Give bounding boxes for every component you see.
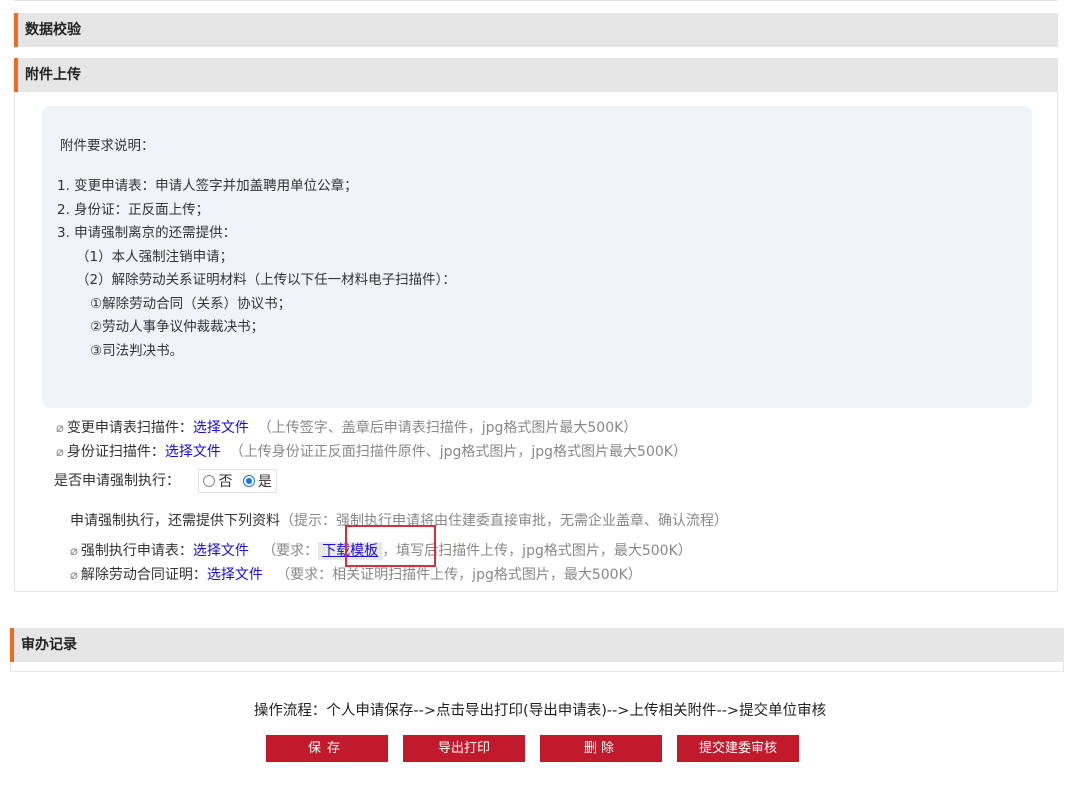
section-header-attachment-upload[interactable]: 附件上传 bbox=[14, 58, 1058, 92]
submit-review-button[interactable]: 提交建委审核 bbox=[677, 735, 799, 762]
upload-label: 强制执行申请表： bbox=[80, 543, 193, 559]
save-button[interactable]: 保存 bbox=[266, 735, 388, 762]
requirement-line: （2）解除劳动关系证明材料（上传以下任一材料电子扫描件）： bbox=[76, 272, 456, 288]
upload-row-change-form: ⌀ 变更申请表扫描件：选择文件 （上传签字、盖章后申请表扫描件，jpg格式图片最大… bbox=[56, 417, 637, 437]
choose-file-link-change-form[interactable]: 选择文件 bbox=[193, 420, 249, 436]
requirement-line: （1）本人强制注销申请； bbox=[76, 249, 234, 265]
upload-hint-pre: （要求： bbox=[262, 543, 319, 559]
review-record-panel bbox=[10, 662, 1064, 672]
requirement-line: ②劳动人事争议仲裁裁决书； bbox=[90, 319, 265, 335]
upload-label: 变更申请表扫描件： bbox=[66, 420, 193, 436]
force-execution-question-row: 是否申请强制执行： 否 是 bbox=[54, 469, 277, 493]
process-flow-text: 操作流程：个人申请保存-->点击导出打印(导出申请表)-->上传相关附件-->提… bbox=[253, 703, 827, 719]
force-question-label: 是否申请强制执行： bbox=[54, 473, 180, 489]
upload-hint: （上传身份证正反面扫描件原件、jpg格式图片，jpg格式图片最大500K） bbox=[229, 444, 687, 460]
upload-row-id-card: ⌀ 身份证扫描件：选择文件 （上传身份证正反面扫描件原件、jpg格式图片，jpg格… bbox=[56, 441, 687, 461]
upload-hint: （要求：相关证明扫描件上传，jpg格式图片，最大500K） bbox=[276, 567, 642, 583]
paperclip-icon: ⌀ bbox=[70, 568, 78, 583]
top-divider bbox=[14, 0, 1058, 1]
choose-file-link-id-card[interactable]: 选择文件 bbox=[165, 444, 221, 460]
section-header-data-check[interactable]: 数据校验 bbox=[14, 13, 1058, 47]
radio-no-label[interactable]: 否 bbox=[218, 474, 232, 490]
requirements-title: 附件要求说明： bbox=[60, 138, 155, 154]
requirement-line: 3. 申请强制离京的还需提供： bbox=[57, 225, 237, 241]
requirement-line: ③司法判决书。 bbox=[90, 343, 184, 359]
upload-hint: （上传签字、盖章后申请表扫描件，jpg格式图片最大500K） bbox=[257, 420, 638, 436]
requirement-line: 1. 变更申请表：申请人签字并加盖聘用单位公章； bbox=[57, 178, 358, 194]
upload-row-termination-proof: ⌀ 解除劳动合同证明：选择文件 （要求：相关证明扫描件上传，jpg格式图片，最大5… bbox=[70, 564, 642, 584]
requirement-line: 2. 身份证：正反面上传； bbox=[57, 202, 210, 218]
requirement-line: ①解除劳动合同（关系）协议书； bbox=[90, 296, 292, 312]
force-note-main: 申请强制执行，还需提供下列资料 bbox=[70, 513, 280, 529]
force-radio-group: 否 是 bbox=[198, 469, 277, 493]
radio-selected-icon[interactable] bbox=[242, 475, 255, 487]
paperclip-icon: ⌀ bbox=[56, 445, 64, 460]
radio-option-no[interactable]: 否 bbox=[203, 474, 232, 490]
delete-button[interactable]: 删除 bbox=[540, 735, 662, 762]
radio-circle-icon[interactable] bbox=[203, 475, 216, 487]
paperclip-icon: ⌀ bbox=[70, 544, 78, 559]
download-template-highlight bbox=[345, 525, 436, 567]
choose-file-link-termination-proof[interactable]: 选择文件 bbox=[207, 567, 263, 583]
paperclip-icon: ⌀ bbox=[56, 421, 64, 436]
export-print-button[interactable]: 导出打印 bbox=[403, 735, 525, 762]
upload-label: 解除劳动合同证明： bbox=[80, 567, 207, 583]
radio-yes-label[interactable]: 是 bbox=[258, 474, 272, 490]
choose-file-link-force-application[interactable]: 选择文件 bbox=[193, 543, 249, 559]
upload-label: 身份证扫描件： bbox=[66, 444, 165, 460]
section-header-review-record[interactable]: 审办记录 bbox=[10, 628, 1064, 662]
radio-option-yes[interactable]: 是 bbox=[242, 474, 272, 490]
